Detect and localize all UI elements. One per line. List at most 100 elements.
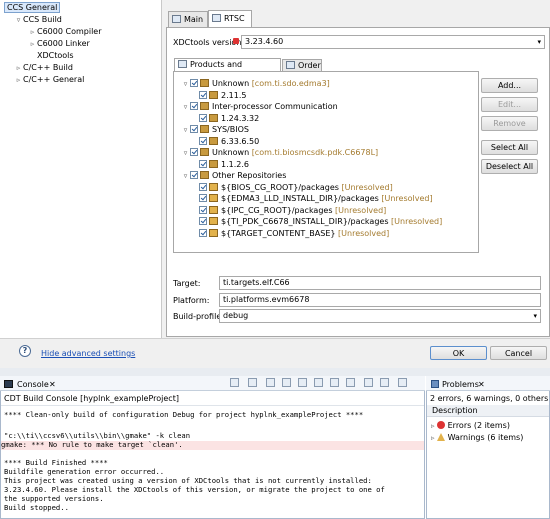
checkbox[interactable] (190, 148, 198, 156)
console-toolbar-icon[interactable] (314, 378, 323, 387)
repo-row[interactable]: ▿ Unknown [com.ti.sdo.edma3] (181, 78, 330, 90)
checkbox[interactable] (199, 114, 207, 122)
repo-row[interactable]: ▿ Inter-processor Communication (181, 101, 338, 113)
console-divider (1, 405, 424, 406)
build-profile-value: debug (223, 311, 249, 320)
tab-rtsc[interactable]: RTSC (208, 10, 252, 28)
console-toolbar-icon[interactable] (282, 378, 291, 387)
repo-suffix: [Unresolved] (338, 229, 390, 238)
chevron-down-icon[interactable]: ▿ (181, 124, 190, 136)
help-icon[interactable]: ? (19, 345, 31, 357)
repo-row[interactable]: ${TI_PDK_C6678_INSTALL_DIR}/packages [Un… (199, 216, 442, 228)
remove-button[interactable]: Remove (481, 116, 538, 131)
repo-row[interactable]: ${TARGET_CONTENT_BASE} [Unresolved] (199, 228, 389, 240)
repo-suffix: [Unresolved] (335, 206, 387, 215)
tab-products-repositories[interactable]: Products and Repositories (174, 58, 281, 81)
select-all-button[interactable]: Select All (481, 140, 538, 155)
checkbox[interactable] (190, 102, 198, 110)
deselect-all-button[interactable]: Deselect All (481, 159, 538, 174)
package-icon (209, 91, 218, 99)
console-toolbar-icon[interactable] (364, 378, 373, 387)
console-toolbar-icon[interactable] (230, 378, 239, 387)
tree-item-xdctools[interactable]: XDCtools (37, 50, 74, 62)
repo-label: ${TI_PDK_C6678_INSTALL_DIR}/packages (221, 217, 389, 226)
problems-tab[interactable]: Problems (442, 380, 479, 389)
problems-errors-row[interactable]: ▹ Errors (2 items) (431, 421, 510, 430)
package-icon (209, 137, 218, 145)
checkbox[interactable] (199, 91, 207, 99)
tree-item-ccs-build[interactable]: ▿ CCS Build (14, 14, 62, 26)
chevron-down-icon[interactable]: ▿ (14, 14, 23, 26)
tree-item-cpp-general[interactable]: ▹ C/C++ General (14, 74, 85, 86)
checkbox[interactable] (199, 206, 207, 214)
repo-row[interactable]: ▿ SYS/BIOS (181, 124, 249, 136)
add-button[interactable]: Add... (481, 78, 538, 93)
console-header (0, 376, 425, 391)
checkbox[interactable] (199, 137, 207, 145)
target-input[interactable]: ti.targets.elf.C66 (219, 276, 541, 290)
console-tab[interactable]: Console (17, 380, 49, 389)
chevron-down-icon[interactable]: ▿ (181, 101, 190, 113)
checkbox[interactable] (199, 160, 207, 168)
chevron-right-icon[interactable]: ▹ (431, 434, 435, 442)
build-profile-label: Build-profile: (173, 312, 224, 321)
edit-button[interactable]: Edit... (481, 97, 538, 112)
chevron-down-icon[interactable]: ▿ (181, 147, 190, 159)
tree-item-c6000-linker[interactable]: ▹ C6000 Linker (28, 38, 90, 50)
problems-warnings-row[interactable]: ▹ Warnings (6 items) (431, 433, 523, 442)
repo-row[interactable]: ▿ Other Repositories (181, 170, 286, 182)
checkbox[interactable] (199, 194, 207, 202)
warning-package-icon (209, 194, 218, 202)
console-toolbar-icon[interactable] (330, 378, 339, 387)
chevron-right-icon[interactable]: ▹ (431, 422, 435, 430)
tab-main[interactable]: Main (168, 11, 208, 28)
build-profile-select[interactable]: debug ▾ (219, 309, 541, 323)
chevron-right-icon[interactable]: ▹ (28, 26, 37, 38)
chevron-down-icon[interactable]: ▿ (181, 78, 190, 90)
console-toolbar-icon[interactable] (298, 378, 307, 387)
ok-button[interactable]: OK (430, 346, 487, 360)
repo-row[interactable]: ▿ Unknown [com.ti.biosmcsdk.pdk.C6678L] (181, 147, 378, 159)
tree-item-cpp-build[interactable]: ▹ C/C++ Build (14, 62, 73, 74)
error-icon (437, 421, 446, 429)
tree-item-c6000-compiler[interactable]: ▹ C6000 Compiler (28, 26, 102, 38)
chevron-right-icon[interactable]: ▹ (28, 38, 37, 50)
platform-input[interactable]: ti.platforms.evm6678 (219, 293, 541, 307)
problems-column-header[interactable]: Description (427, 405, 549, 417)
repo-label: ${BIOS_CG_ROOT}/packages (221, 183, 339, 192)
checkbox[interactable] (190, 171, 198, 179)
console-toolbar-icon[interactable] (398, 378, 407, 387)
checkbox[interactable] (199, 229, 207, 237)
tree-item-ccs-general[interactable]: CCS General (4, 2, 61, 14)
package-icon (200, 125, 209, 133)
chevron-down-icon: ▾ (533, 312, 537, 320)
checkbox[interactable] (190, 125, 198, 133)
repo-suffix: [Unresolved] (341, 183, 393, 192)
checkbox[interactable] (199, 183, 207, 191)
chevron-right-icon[interactable]: ▹ (14, 74, 23, 86)
target-label: Target: (173, 279, 201, 288)
chevron-right-icon[interactable]: ▹ (14, 62, 23, 74)
repo-label: 2.11.5 (221, 91, 247, 100)
console-toolbar-icon[interactable] (346, 378, 355, 387)
checkbox[interactable] (190, 79, 198, 87)
console-toolbar-icon[interactable] (248, 378, 257, 387)
workbench-separator (0, 368, 550, 376)
repo-row[interactable]: ${EDMA3_LLD_INSTALL_DIR}/packages [Unres… (199, 193, 433, 205)
console-toolbar-icon[interactable] (266, 378, 275, 387)
repo-label: 1.1.2.6 (221, 160, 249, 169)
chevron-down-icon[interactable]: ▿ (181, 170, 190, 182)
problems-close-icon[interactable]: ✕ (478, 380, 485, 389)
package-icon (200, 79, 209, 87)
repo-label: Inter-processor Communication (212, 102, 338, 111)
console-toolbar-icon[interactable] (380, 378, 389, 387)
platform-label: Platform: (173, 296, 210, 305)
checkbox[interactable] (199, 217, 207, 225)
repo-label: SYS/BIOS (212, 125, 249, 134)
warning-package-icon (209, 183, 218, 191)
tree-item-label: XDCtools (37, 51, 74, 60)
xdc-version-select[interactable]: 3.23.4.60 ▾ (241, 35, 545, 49)
cancel-button[interactable]: Cancel (490, 346, 547, 360)
hide-advanced-settings-link[interactable]: Hide advanced settings (41, 349, 135, 358)
console-close-icon[interactable]: ✕ (49, 380, 56, 389)
